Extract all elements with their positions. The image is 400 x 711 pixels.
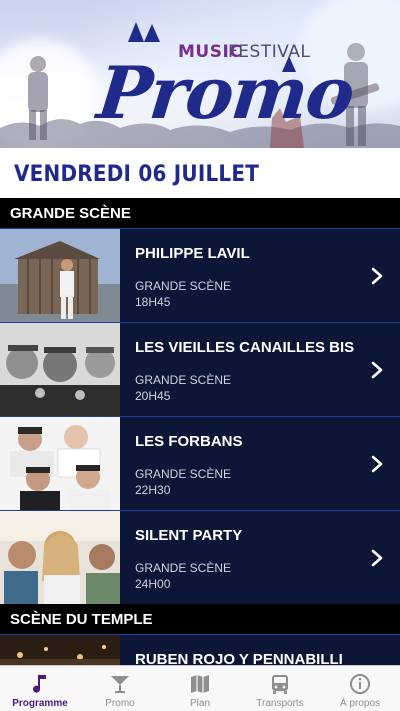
artist-photo-image xyxy=(0,635,120,665)
artist-photo-image xyxy=(0,229,120,322)
artist-photo xyxy=(0,635,120,665)
list-item-les-vieilles-canailles-bis[interactable]: LES VIEILLES CANAILLES BIS GRANDE SCÈNE … xyxy=(0,322,400,416)
show-time: 24H00 xyxy=(135,577,171,591)
section-header-scene-du-temple: SCÈNE DU TEMPLE xyxy=(0,604,400,634)
stage-name: GRANDE SCÈNE xyxy=(135,373,232,387)
artist-photo xyxy=(0,417,120,510)
artist-photo xyxy=(0,229,120,322)
info-icon xyxy=(350,674,370,694)
artist-name: LES FORBANS xyxy=(135,433,243,450)
show-time: 20H45 xyxy=(135,389,171,403)
chevron-right-icon xyxy=(371,267,383,285)
stage-name: GRANDE SCÈNE xyxy=(135,467,232,481)
tab-label: Promo xyxy=(105,698,135,709)
artist-photo xyxy=(0,323,120,416)
artist-name: PHILIPPE LAVIL xyxy=(135,245,250,262)
tree-icon xyxy=(128,22,160,42)
list-item-ruben-rojo-y-pennabilli[interactable]: RUBEN ROJO Y PENNABILLI xyxy=(0,634,400,665)
tab-label: À propos xyxy=(339,698,381,709)
logo-promo-text: Promo xyxy=(93,50,357,135)
artist-photo-image xyxy=(0,323,120,416)
bus-icon xyxy=(272,675,288,694)
section-title: SCÈNE DU TEMPLE xyxy=(10,610,153,628)
stage-name: GRANDE SCÈNE xyxy=(135,561,232,575)
tab-promo[interactable]: Promo xyxy=(80,666,160,711)
chevron-right-icon xyxy=(371,361,383,379)
date-bar: VENDREDI 06 JUILLET xyxy=(0,148,400,198)
list-item-philippe-lavil[interactable]: PHILIPPE LAVIL GRANDE SCÈNE 18H45 xyxy=(0,228,400,322)
cocktail-icon xyxy=(111,676,129,693)
show-time: 18H45 xyxy=(135,295,171,309)
artist-name: RUBEN ROJO Y PENNABILLI xyxy=(135,651,343,665)
artist-name: LES VIEILLES CANAILLES BIS xyxy=(135,339,355,356)
tab-label: Programme xyxy=(12,698,68,709)
tab-plan[interactable]: Plan xyxy=(160,666,240,711)
tab-label: Transports xyxy=(256,698,304,709)
tab-label: Plan xyxy=(189,698,210,709)
artist-photo-image xyxy=(0,511,120,604)
tab-a-propos[interactable]: À propos xyxy=(320,666,400,711)
map-icon xyxy=(191,675,209,693)
section-title: GRANDE SCÈNE xyxy=(10,204,131,222)
show-time: 22H30 xyxy=(135,483,171,497)
list-item-les-forbans[interactable]: LES FORBANS GRANDE SCÈNE 22H30 xyxy=(0,416,400,510)
festival-logo: MUSIC FESTIVAL Promo xyxy=(94,18,357,140)
artist-photo-image xyxy=(0,417,120,510)
date-label: VENDREDI 06 JUILLET xyxy=(14,159,260,187)
chevron-right-icon xyxy=(371,549,383,567)
stage-name: GRANDE SCÈNE xyxy=(135,279,232,293)
list-item-silent-party[interactable]: SILENT PARTY GRANDE SCÈNE 24H00 xyxy=(0,510,400,604)
performer-silhouette xyxy=(28,56,48,140)
artist-name: SILENT PARTY xyxy=(135,527,243,544)
chevron-right-icon xyxy=(371,455,383,473)
section-header-grande-scene: GRANDE SCÈNE xyxy=(0,198,400,228)
tab-bar: Programme Promo Plan Transports À propos xyxy=(0,665,400,711)
tab-programme[interactable]: Programme xyxy=(0,666,80,711)
tab-transports[interactable]: Transports xyxy=(240,666,320,711)
header-banner: MUSIC FESTIVAL Promo xyxy=(0,0,400,148)
artist-photo xyxy=(0,511,120,604)
music-note-icon xyxy=(33,675,46,693)
